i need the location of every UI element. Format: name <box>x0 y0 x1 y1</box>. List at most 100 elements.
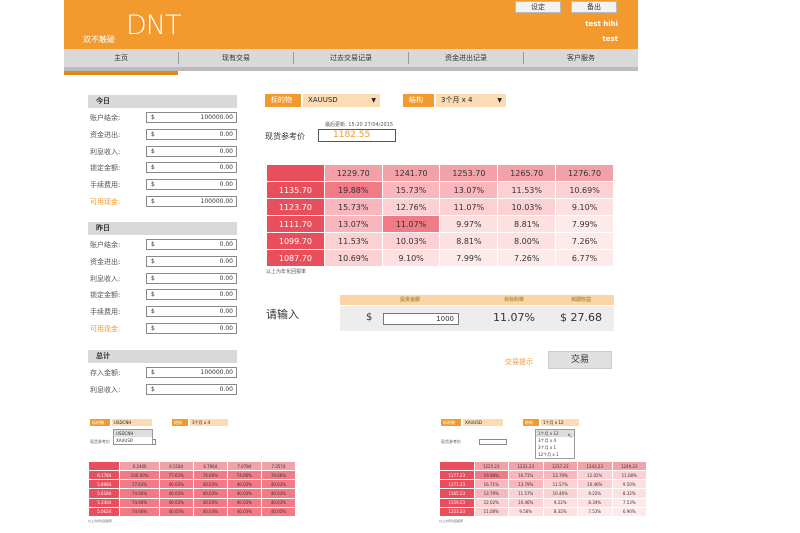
yesterday-row-label: 资金进出: <box>90 257 121 266</box>
dropdown-option[interactable]: 3个月 x 1 <box>536 444 574 451</box>
matrix-cell[interactable]: 11.08% <box>611 470 647 481</box>
matrix-cell[interactable]: 74.66% <box>119 506 160 518</box>
matrix-cell[interactable]: 11.07% <box>439 198 499 216</box>
underlying-select[interactable]: XAUUSD ▼ <box>303 94 380 107</box>
matrix-cell[interactable]: 7.53% <box>611 497 647 508</box>
matrix-cell[interactable]: 9.22% <box>542 497 578 508</box>
thumb_right-structure-select[interactable]: 1个月 x 12 <box>541 419 579 426</box>
matrix-cell[interactable]: 13.79% <box>508 479 544 490</box>
matrix-cell[interactable]: 9.10% <box>555 198 614 216</box>
matrix-cell[interactable]: 10.46% <box>542 488 578 499</box>
thumb_left-structure-select[interactable]: 3个月 x 4 <box>190 419 228 426</box>
matrix-cell[interactable]: 74.66% <box>226 470 262 481</box>
matrix-col-header: 1241.70 <box>381 164 441 182</box>
matrix-cell[interactable]: 15.73% <box>323 198 383 216</box>
matrix-cell[interactable]: 19.98% <box>473 470 509 481</box>
matrix-cell[interactable]: 13.07% <box>323 215 383 233</box>
matrix-cell[interactable]: 40.03% <box>226 497 262 508</box>
matrix-cell[interactable]: 7.99% <box>439 249 499 267</box>
matrix-cell[interactable]: 13.79% <box>542 470 578 481</box>
matrix-cell[interactable]: 7.53% <box>577 506 613 518</box>
nav-fund-history[interactable]: 资金进出记录 <box>409 49 523 67</box>
logout-button[interactable]: 备出 <box>571 1 617 13</box>
matrix-cell[interactable]: 9.50% <box>508 506 544 518</box>
matrix-cell[interactable]: 11.08% <box>473 506 509 518</box>
matrix-cell[interactable]: 40.03% <box>158 488 194 499</box>
matrix-cell[interactable]: 77.63% <box>119 479 160 490</box>
matrix-cell[interactable]: 8.81% <box>497 215 557 233</box>
matrix-cell[interactable]: 11.57% <box>508 488 544 499</box>
dropdown-option[interactable]: 12个月 x 1 <box>536 451 574 458</box>
matrix-cell[interactable]: 15.73% <box>381 181 441 199</box>
matrix-cell[interactable]: 40.03% <box>226 506 262 518</box>
return-header: 到期收益 <box>570 297 591 303</box>
structure-select[interactable]: 3个月 x 4 ▼ <box>436 94 506 107</box>
matrix-cell[interactable]: 11.57% <box>542 479 578 490</box>
amount-input[interactable]: 1000 <box>383 313 459 325</box>
nav-home[interactable]: 主页 <box>64 49 178 67</box>
matrix-cell[interactable]: 6.77% <box>555 249 614 267</box>
matrix-cell[interactable]: 9.10% <box>381 249 441 267</box>
matrix-cell[interactable]: 40.03% <box>158 497 194 508</box>
trade-button[interactable]: 交易 <box>548 351 612 369</box>
matrix-cell[interactable]: 7.99% <box>555 215 614 233</box>
matrix-cell[interactable]: 8.32% <box>611 488 647 499</box>
matrix-cell[interactable]: 13.79% <box>473 488 509 499</box>
matrix-cell[interactable]: 40.03% <box>226 488 262 499</box>
matrix-cell[interactable]: 19.88% <box>323 181 383 199</box>
matrix-cell[interactable]: 12.02% <box>473 497 509 508</box>
matrix-cell[interactable]: 74.66% <box>192 470 228 481</box>
matrix-cell[interactable]: 11.53% <box>323 232 383 250</box>
matrix-cell[interactable]: 40.03% <box>192 497 228 508</box>
matrix-cell[interactable]: 40.03% <box>260 488 297 499</box>
matrix-cell[interactable]: 40.03% <box>192 479 228 490</box>
matrix-cell[interactable]: 40.03% <box>158 479 194 490</box>
matrix-cell[interactable]: 9.97% <box>439 215 499 233</box>
matrix-cell[interactable]: 8.34% <box>577 497 613 508</box>
matrix-cell[interactable]: 16.71% <box>473 479 509 490</box>
matrix-cell[interactable]: 12.76% <box>381 198 441 216</box>
dropdown-option[interactable]: USDCNH <box>114 430 152 437</box>
matrix-cell[interactable]: 8.81% <box>439 232 499 250</box>
matrix-cell[interactable]: 40.03% <box>260 497 297 508</box>
matrix-cell[interactable]: 100.00% <box>119 470 160 481</box>
matrix-cell[interactable]: 74.66% <box>119 488 160 499</box>
matrix-cell[interactable]: 9.22% <box>577 488 613 499</box>
matrix-cell[interactable]: 8.00% <box>497 232 557 250</box>
matrix-cell[interactable]: 7.26% <box>497 249 557 267</box>
thumb_left-underlying-select[interactable]: USDCNH <box>112 419 152 426</box>
total-row-label: 利息收入: <box>90 385 121 394</box>
matrix-cell[interactable]: 8.32% <box>542 506 578 518</box>
matrix-cell[interactable]: 11.53% <box>497 181 557 199</box>
matrix-cell[interactable]: 40.03% <box>158 506 194 518</box>
matrix-cell[interactable]: 16.71% <box>508 470 544 481</box>
matrix-cell[interactable]: 74.66% <box>260 470 297 481</box>
matrix-cell[interactable]: 11.07% <box>381 215 441 233</box>
matrix-cell[interactable]: 10.69% <box>555 181 614 199</box>
matrix-cell[interactable]: 74.66% <box>119 497 160 508</box>
dropdown-option[interactable]: XAUUSD <box>114 437 152 444</box>
matrix-cell[interactable]: 40.03% <box>226 479 262 490</box>
matrix-cell[interactable]: 10.03% <box>381 232 441 250</box>
matrix-cell[interactable]: 10.46% <box>508 497 544 508</box>
nav-trade-history[interactable]: 过去交易记录 <box>294 49 408 67</box>
settings-button[interactable]: 设定 <box>515 1 561 13</box>
nav-customer-service[interactable]: 客户服务 <box>524 49 638 67</box>
matrix-cell[interactable]: 9.50% <box>611 479 647 490</box>
matrix-cell[interactable]: 10.69% <box>323 249 383 267</box>
matrix-cell[interactable]: 7.26% <box>555 232 614 250</box>
matrix-cell[interactable]: 13.07% <box>439 181 499 199</box>
matrix-cell[interactable]: 12.02% <box>577 470 613 481</box>
matrix-cell[interactable]: 40.03% <box>260 506 297 518</box>
thumb_right-underlying-select[interactable]: XAUUSD <box>463 419 503 426</box>
matrix-cell[interactable]: 10.46% <box>577 479 613 490</box>
matrix-cell[interactable]: 77.63% <box>158 470 194 481</box>
matrix-cell[interactable]: 40.03% <box>260 479 297 490</box>
currency-symbol: $ <box>151 181 155 189</box>
matrix-cell[interactable]: 10.03% <box>497 198 557 216</box>
matrix-cell[interactable]: 40.03% <box>192 506 228 518</box>
matrix-cell[interactable]: 6.90% <box>611 506 647 518</box>
matrix-cell[interactable]: 40.03% <box>192 488 228 499</box>
nav-current-trades[interactable]: 现有交易 <box>179 49 293 67</box>
field-value: 0.00 <box>219 130 233 138</box>
